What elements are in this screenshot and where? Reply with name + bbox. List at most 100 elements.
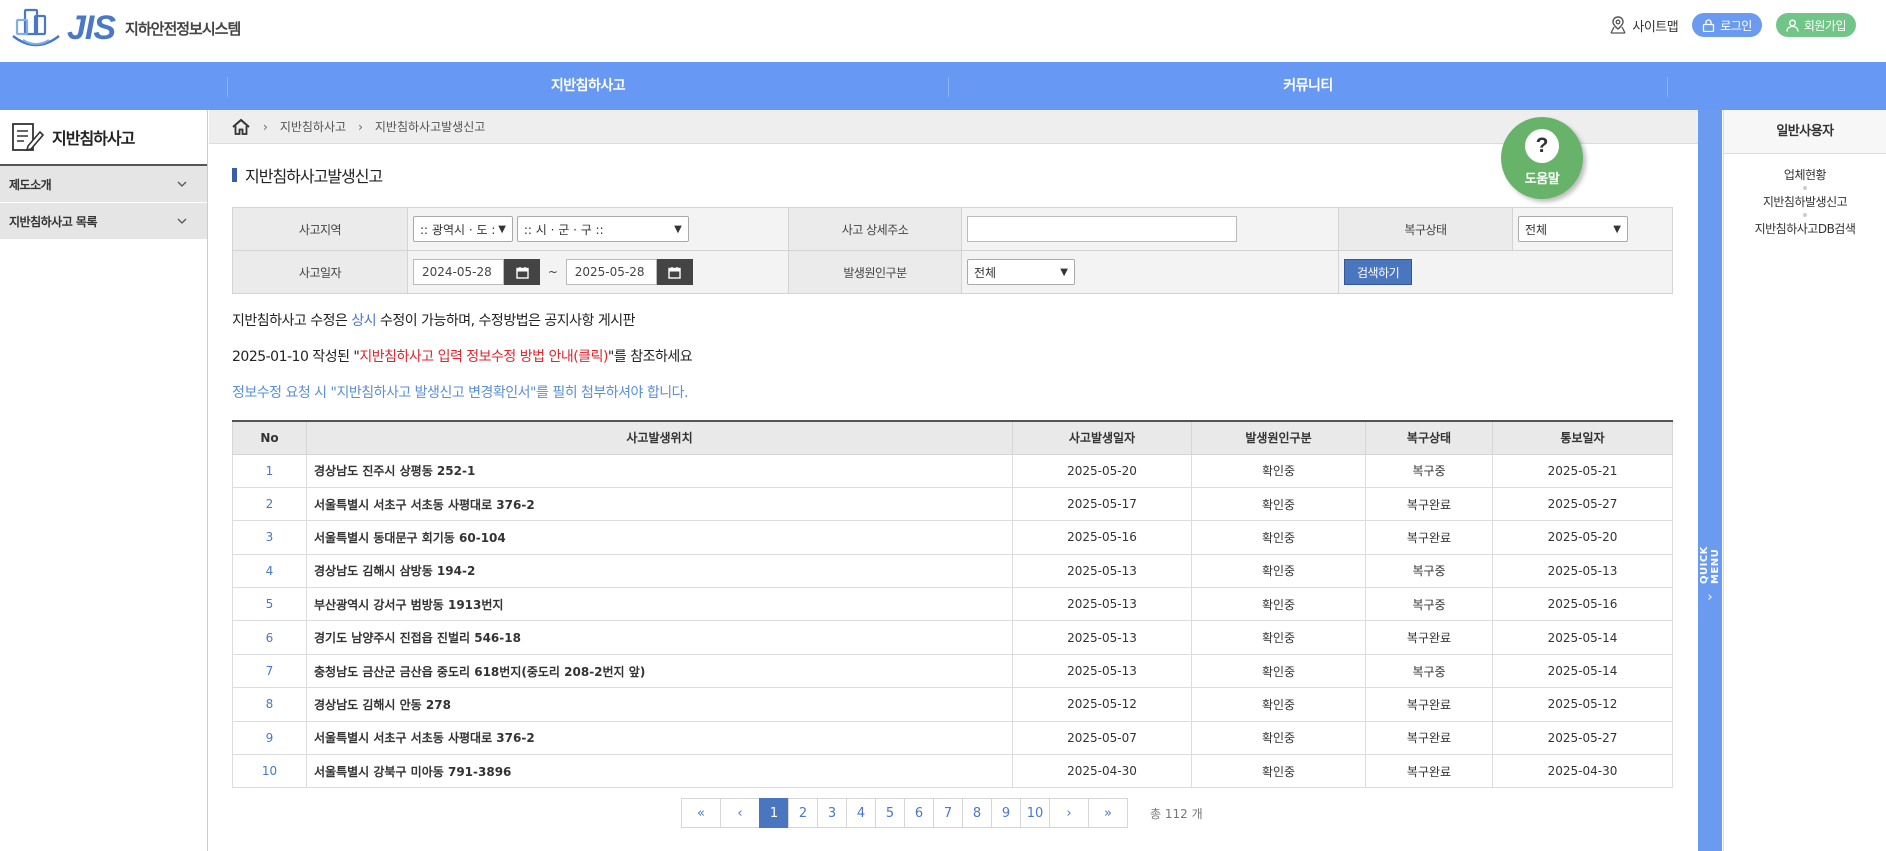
accident-location[interactable]: 부산광역시 강서구 범방동 1913번지	[306, 587, 1013, 622]
table-row[interactable]: 8 경상남도 김해시 안동 278 2025-05-12 확인중 복구완료 2025-05…	[232, 687, 1673, 722]
cause-type: 확인중	[1191, 687, 1366, 722]
detail-address-input[interactable]	[967, 216, 1237, 242]
logo-text: JIS	[67, 8, 116, 47]
calendar-icon[interactable]	[656, 259, 693, 285]
accident-location[interactable]: 서울특별시 서초구 서초동 사평대로 376-2	[306, 486, 1013, 522]
last-page-button[interactable]: »	[1088, 798, 1128, 828]
page-number-button[interactable]: 1	[759, 798, 789, 828]
sitemap-link[interactable]: 사이트맵	[1609, 16, 1679, 35]
accident-date: 2025-04-30	[1012, 754, 1192, 789]
date-from-input[interactable]: 2024-05-28	[413, 259, 504, 285]
accident-date: 2025-05-07	[1012, 720, 1192, 756]
row-number: 4	[232, 553, 307, 589]
cause-select[interactable]: 전체 ▼	[967, 259, 1075, 285]
accident-location[interactable]: 충청남도 금산군 금산읍 중도리 618번지(중도리 208-2번지 앞)	[306, 653, 1013, 689]
accident-location[interactable]: 경기도 남양주시 진접읍 진벌리 546-18	[306, 620, 1013, 655]
page-number-button[interactable]: 2	[788, 798, 818, 828]
sitemap-label: 사이트맵	[1632, 19, 1679, 35]
quick-item-db-search[interactable]: 지반침하사고DB검색	[1724, 220, 1886, 237]
question-icon: ?	[1525, 129, 1559, 163]
help-button[interactable]: ? 도움말	[1501, 117, 1583, 199]
accident-location[interactable]: 경상남도 김해시 삼방동 194-2	[306, 553, 1013, 589]
table-row[interactable]: 3 서울특별시 동대문구 회기동 60-104 2025-05-16 확인중 복구완료 2…	[232, 520, 1673, 555]
page-number-button[interactable]: 8	[962, 798, 992, 828]
date-to-input[interactable]: 2025-05-28	[565, 259, 657, 285]
date-to-picker[interactable]: 2025-05-28	[565, 259, 693, 285]
cause-type: 확인중	[1191, 520, 1366, 555]
join-button[interactable]: 회원가입	[1775, 13, 1856, 37]
breadcrumb-separator-icon: ›	[263, 119, 268, 134]
recovery-status: 복구완료	[1365, 754, 1493, 789]
breadcrumb-item[interactable]: 지반침하사고발생신고	[375, 118, 485, 135]
table-row[interactable]: 4 경상남도 김해시 삼방동 194-2 2025-05-13 확인중 복구중 2025-…	[232, 553, 1673, 589]
accident-date: 2025-05-13	[1012, 653, 1192, 689]
quick-menu-text: QUICK MENU	[1699, 546, 1721, 584]
accident-date: 2025-05-17	[1012, 486, 1192, 522]
site-header: JIS 지하안전정보시스템 사이트맵 로그인 회원가입	[0, 0, 1886, 62]
recovery-status: 복구완료	[1365, 620, 1493, 655]
page-numbers: 1 2 3 4 5 6 7 8 9 10	[759, 798, 1050, 828]
recovery-status-cell: 전체 ▼	[1512, 207, 1673, 251]
table-row[interactable]: 5 부산광역시 강서구 범방동 1913번지 2025-05-13 확인중 복구중 202…	[232, 587, 1673, 622]
search-button[interactable]: 검색하기	[1344, 259, 1413, 285]
page-number-button[interactable]: 9	[991, 798, 1021, 828]
sido-select[interactable]: :: 광역시 · 도 :: ▼	[413, 216, 513, 242]
table-row[interactable]: 1 경상남도 진주시 상평동 252-1 2025-05-20 확인중 복구중 2025-…	[232, 453, 1673, 488]
dot-separator	[1803, 186, 1807, 190]
sigungu-select[interactable]: :: 시 · 군 · 구 :: ▼	[516, 216, 689, 242]
table-row[interactable]: 6 경기도 남양주시 진접읍 진벌리 546-18 2025-05-13 확인중 복구완…	[232, 620, 1673, 655]
home-icon[interactable]	[231, 118, 251, 136]
sidebar-item-intro[interactable]: 제도소개	[0, 166, 207, 203]
report-date: 2025-05-14	[1492, 620, 1673, 655]
recovery-status-select[interactable]: 전체 ▼	[1518, 216, 1628, 242]
cause-type: 확인중	[1191, 754, 1366, 789]
recovery-status-label: 복구상태	[1338, 207, 1513, 251]
accident-location[interactable]: 서울특별시 동대문구 회기동 60-104	[306, 520, 1013, 555]
page-number-button[interactable]: 6	[904, 798, 934, 828]
row-number: 10	[232, 754, 307, 789]
page-number-button[interactable]: 10	[1020, 798, 1050, 828]
table-row[interactable]: 7 충청남도 금산군 금산읍 중도리 618번지(중도리 208-2번지 앞) 20…	[232, 653, 1673, 689]
column-header: 사고발생위치	[306, 421, 1013, 455]
accident-location[interactable]: 경상남도 진주시 상평동 252-1	[306, 453, 1013, 488]
pagination: « ‹ 1 2 3 4 5 6 7 8 9 10 › » 총 112 개	[681, 798, 1203, 828]
breadcrumb-item[interactable]: 지반침하사고	[280, 118, 346, 135]
document-edit-icon	[12, 123, 44, 152]
site-logo[interactable]: JIS 지하안전정보시스템	[9, 6, 241, 50]
table-row[interactable]: 9 서울특별시 서초구 서초동 사평대로 376-2 2025-05-07 확인중 복구…	[232, 720, 1673, 756]
quick-menu-label[interactable]: QUICK MENU ›	[1699, 515, 1721, 605]
login-button[interactable]: 로그인	[1692, 13, 1762, 37]
accident-location[interactable]: 서울특별시 서초구 서초동 사평대로 376-2	[306, 720, 1013, 756]
row-number: 8	[232, 687, 307, 722]
gnb-item-accident[interactable]: 지반침하사고	[227, 62, 949, 110]
header-links: 사이트맵 로그인 회원가입	[1609, 13, 1856, 37]
calendar-icon[interactable]	[504, 259, 540, 285]
chevron-down-icon	[177, 218, 187, 224]
row-number: 3	[232, 520, 307, 555]
accident-location[interactable]: 경상남도 김해시 안동 278	[306, 687, 1013, 722]
page-number-button[interactable]: 3	[817, 798, 847, 828]
sidebar-item-accident-list[interactable]: 지반침하사고 목록	[0, 203, 207, 240]
table-header-row: No 사고발생위치 사고발생일자 발생원인구분 복구상태 통보일자	[232, 421, 1673, 455]
prev-page-button[interactable]: ‹	[720, 798, 760, 828]
page-number-button[interactable]: 5	[875, 798, 905, 828]
recovery-status: 복구완료	[1365, 520, 1493, 555]
quick-menu-toggle[interactable]	[1698, 110, 1722, 851]
date-from-picker[interactable]: 2024-05-28	[413, 259, 540, 285]
page-number-button[interactable]: 4	[846, 798, 876, 828]
first-page-button[interactable]: «	[681, 798, 721, 828]
table-row[interactable]: 10 서울특별시 강북구 미아동 791-3896 2025-04-30 확인중 복구완…	[232, 754, 1673, 789]
accident-location[interactable]: 서울특별시 강북구 미아동 791-3896	[306, 754, 1013, 789]
notice-highlight: 상시	[351, 313, 377, 329]
notice-guide-link[interactable]: 지반침하사고 입력 정보수정 방법 안내(클릭)	[359, 349, 608, 365]
column-header: 발생원인구분	[1191, 421, 1366, 455]
table-row[interactable]: 2 서울특별시 서초구 서초동 사평대로 376-2 2025-05-17 확인중 복구…	[232, 486, 1673, 522]
column-header: 통보일자	[1492, 421, 1673, 455]
quick-item-report[interactable]: 지반침하발생신고	[1724, 193, 1886, 210]
gnb-item-community[interactable]: 커뮤니티	[949, 62, 1667, 110]
next-page-button[interactable]: ›	[1049, 798, 1089, 828]
quick-item-companies[interactable]: 업체현황	[1724, 166, 1886, 183]
column-header: 사고발생일자	[1012, 421, 1192, 455]
page-number-button[interactable]: 7	[933, 798, 963, 828]
notice-text: 2025-01-10 작성된 "	[232, 349, 360, 365]
